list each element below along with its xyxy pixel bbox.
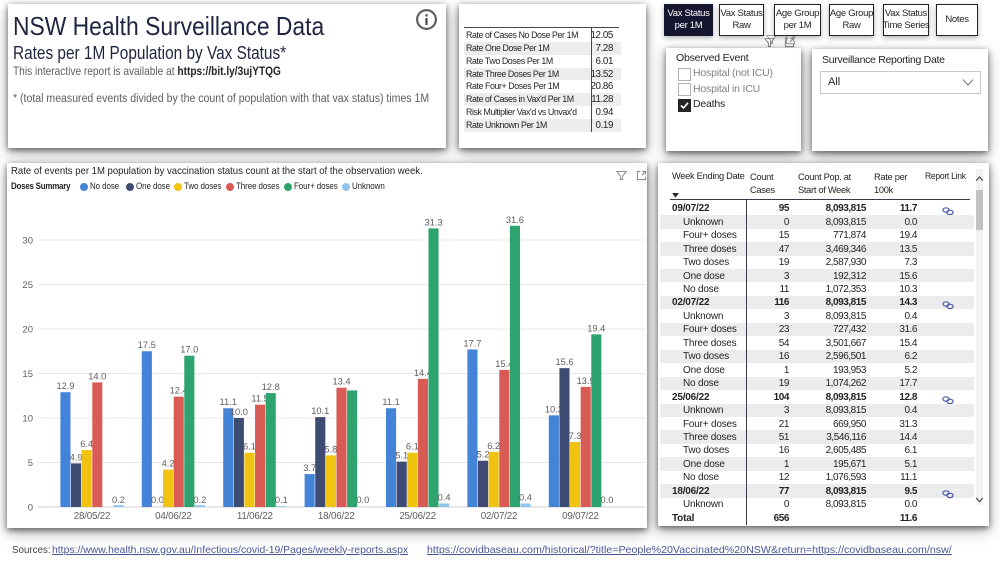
svg-text:13.4: 13.4 xyxy=(332,377,350,387)
svg-text:12.8: 12.8 xyxy=(262,382,280,392)
svg-text:17.0: 17.0 xyxy=(180,345,198,355)
svg-text:18/06/22: 18/06/22 xyxy=(318,511,355,522)
svg-text:11.1: 11.1 xyxy=(219,397,236,407)
svg-text:0.0: 0.0 xyxy=(356,495,369,505)
svg-text:3.7: 3.7 xyxy=(303,463,316,473)
svg-text:0.0: 0.0 xyxy=(601,495,614,505)
svg-text:0.1: 0.1 xyxy=(275,495,288,505)
svg-text:09/07/22: 09/07/22 xyxy=(562,511,599,522)
svg-text:11.1: 11.1 xyxy=(382,397,399,407)
svg-text:20: 20 xyxy=(22,325,33,336)
svg-text:5.8: 5.8 xyxy=(324,444,337,454)
svg-text:11/06/22: 11/06/22 xyxy=(237,511,273,522)
svg-text:31.3: 31.3 xyxy=(424,217,442,227)
svg-text:5.2: 5.2 xyxy=(477,450,490,460)
svg-text:5: 5 xyxy=(28,458,33,469)
svg-text:30: 30 xyxy=(22,236,33,247)
svg-text:15.6: 15.6 xyxy=(555,357,573,367)
svg-text:0.4: 0.4 xyxy=(519,492,532,502)
svg-text:6.1: 6.1 xyxy=(406,442,419,452)
svg-text:5.1: 5.1 xyxy=(395,451,408,461)
svg-text:0.4: 0.4 xyxy=(438,492,451,502)
svg-text:7.3: 7.3 xyxy=(569,431,582,441)
svg-text:10: 10 xyxy=(22,414,33,425)
svg-text:28/05/22: 28/05/22 xyxy=(74,511,111,522)
svg-text:25/06/22: 25/06/22 xyxy=(399,511,436,522)
svg-text:0: 0 xyxy=(28,503,33,514)
svg-text:17.7: 17.7 xyxy=(463,339,481,349)
svg-text:31.6: 31.6 xyxy=(506,215,524,225)
svg-text:0.2: 0.2 xyxy=(112,495,125,505)
svg-text:12.9: 12.9 xyxy=(56,381,74,391)
svg-text:02/07/22: 02/07/22 xyxy=(481,511,518,522)
svg-text:04/06/22: 04/06/22 xyxy=(155,511,192,522)
svg-text:0.0: 0.0 xyxy=(151,495,164,505)
svg-text:17.5: 17.5 xyxy=(138,340,156,350)
svg-text:10.0: 10.0 xyxy=(230,407,248,417)
svg-text:6.1: 6.1 xyxy=(243,442,256,452)
svg-text:0.2: 0.2 xyxy=(193,495,206,505)
svg-text:6.4: 6.4 xyxy=(80,439,93,449)
svg-text:19.4: 19.4 xyxy=(587,323,605,333)
svg-text:25: 25 xyxy=(22,280,33,291)
svg-text:4.2: 4.2 xyxy=(162,459,175,469)
svg-text:6.2: 6.2 xyxy=(487,441,500,451)
svg-text:10.1: 10.1 xyxy=(311,406,329,416)
svg-text:15: 15 xyxy=(22,369,33,380)
svg-text:4.9: 4.9 xyxy=(70,452,83,462)
svg-text:14.0: 14.0 xyxy=(88,371,106,381)
